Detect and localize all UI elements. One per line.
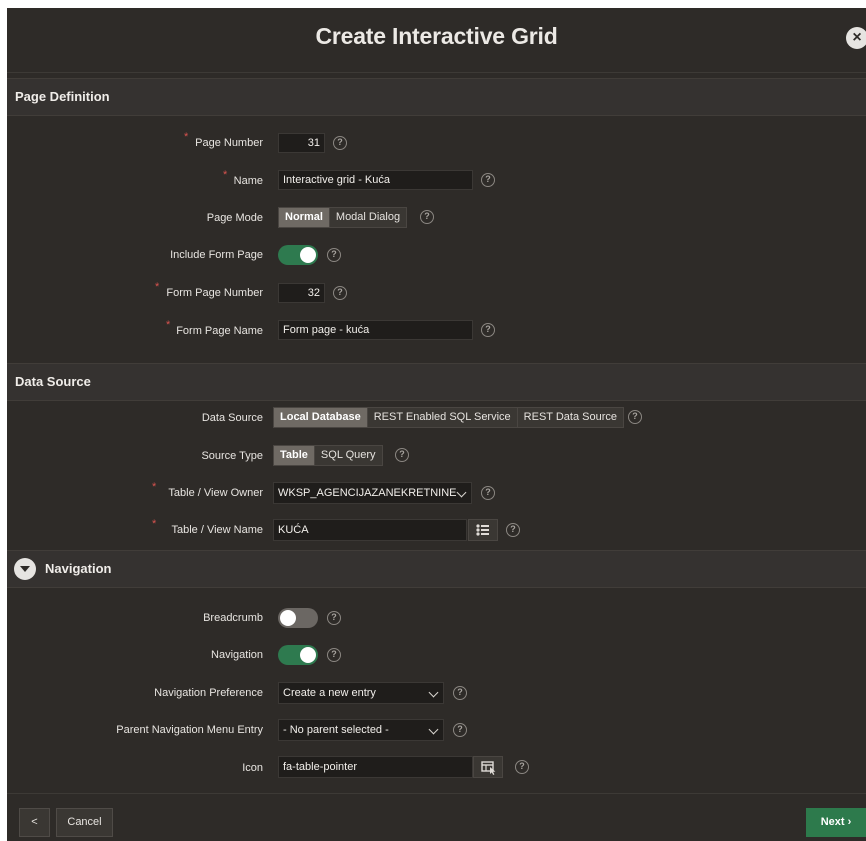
page-number-input[interactable]: 31 [278,133,325,153]
source-type-table[interactable]: Table [274,446,315,465]
help-icon[interactable]: ? [453,686,467,700]
source-type-segmented: Table SQL Query [273,445,383,466]
section-title-data-source: Data Source [15,374,91,389]
cancel-button[interactable]: Cancel [56,808,113,837]
required-marker: * [152,481,157,493]
source-type-sql-query[interactable]: SQL Query [314,446,382,465]
collapse-icon[interactable] [14,558,36,580]
required-marker: * [184,131,189,143]
include-form-page-label: Include Form Page [170,249,263,261]
toggle-knob [300,247,316,263]
data-source-segmented: Local Database REST Enabled SQL Service … [273,407,625,428]
required-marker: * [223,169,228,181]
icon-label: Icon [242,762,263,774]
section-navigation: Navigation [7,550,866,588]
section-title-page-definition: Page Definition [15,89,110,104]
page-mode-label: Page Mode [206,212,263,224]
section-title-navigation: Navigation [45,561,112,576]
help-icon[interactable]: ? [333,286,347,300]
parent-navigation-select[interactable]: - No parent selected - [278,719,444,741]
dialog-footer: < Cancel Next › [7,793,866,841]
help-icon[interactable]: ? [395,448,409,462]
icon-input[interactable]: fa-table-pointer [278,756,473,778]
data-source-rest-data-source[interactable]: REST Data Source [517,408,624,427]
parent-navigation-label: Parent Navigation Menu Entry [116,724,263,736]
chevron-down-icon [456,487,467,498]
chevron-down-icon [428,724,439,735]
navigation-label: Navigation [211,649,263,661]
parent-navigation-value: - No parent selected - [283,724,389,736]
table-pointer-icon [481,761,496,775]
back-button[interactable]: < [19,808,50,837]
help-icon[interactable]: ? [481,173,495,187]
page-mode-segmented: Normal Modal Dialog [278,207,408,228]
create-interactive-grid-dialog: Create Interactive Grid × Page Definitio… [7,8,866,841]
dialog-title-bar: Create Interactive Grid × [7,8,866,73]
navigation-preference-label: Navigation Preference [154,687,263,699]
help-icon[interactable]: ? [327,648,341,662]
next-button-label: Next [820,816,845,828]
section-data-source: Data Source [7,363,866,401]
help-icon[interactable]: ? [481,486,495,500]
next-button[interactable]: Next › [806,808,866,837]
toggle-knob [280,610,296,626]
dialog-title: Create Interactive Grid [315,23,558,49]
help-icon[interactable]: ? [333,136,347,150]
required-marker: * [166,319,171,331]
table-view-name-label: Table / View Name [171,524,263,536]
help-icon[interactable]: ? [453,723,467,737]
page-mode-normal[interactable]: Normal [279,208,330,227]
help-icon[interactable]: ? [420,210,434,224]
form-page-name-label: Form Page Name [176,325,263,337]
help-icon[interactable]: ? [327,611,341,625]
name-label: Name [233,175,263,187]
list-picker-button[interactable] [468,519,498,541]
help-icon[interactable]: ? [481,323,495,337]
section-page-definition: Page Definition [7,78,866,116]
page-mode-modal-dialog[interactable]: Modal Dialog [329,208,407,227]
page-number-label: Page Number [195,137,263,149]
table-view-owner-label: Table / View Owner [168,487,263,499]
table-view-owner-value: WKSP_AGENCIJAZANEKRETNINE [278,487,457,499]
toggle-knob [300,647,316,663]
table-view-owner-select[interactable]: WKSP_AGENCIJAZANEKRETNINE [273,482,472,504]
data-source-local-database[interactable]: Local Database [274,408,368,427]
form-page-number-label: Form Page Number [166,287,263,299]
close-icon[interactable]: × [846,27,866,49]
navigation-toggle[interactable] [278,645,318,665]
form-page-name-input[interactable]: Form page - kuća [278,320,473,340]
navigation-preference-select[interactable]: Create a new entry [278,682,444,704]
data-source-rest-enabled-sql[interactable]: REST Enabled SQL Service [367,408,518,427]
icon-picker-button[interactable] [473,756,503,778]
help-icon[interactable]: ? [327,248,341,262]
help-icon[interactable]: ? [628,410,642,424]
required-marker: * [152,518,157,530]
name-input[interactable]: Interactive grid - Kuća [278,170,473,190]
source-type-label: Source Type [201,450,263,462]
breadcrumb-toggle[interactable] [278,608,318,628]
list-icon [476,524,489,536]
chevron-right-icon: › [847,816,852,828]
navigation-preference-value: Create a new entry [283,687,376,699]
help-icon[interactable]: ? [506,523,520,537]
breadcrumb-label: Breadcrumb [203,612,263,624]
data-source-label: Data Source [201,412,263,424]
help-icon[interactable]: ? [515,760,529,774]
table-view-name-input[interactable]: KUĆA [273,519,467,541]
chevron-down-icon [428,687,439,698]
required-marker: * [155,281,160,293]
include-form-page-toggle[interactable] [278,245,318,265]
form-page-number-input[interactable]: 32 [278,283,325,303]
